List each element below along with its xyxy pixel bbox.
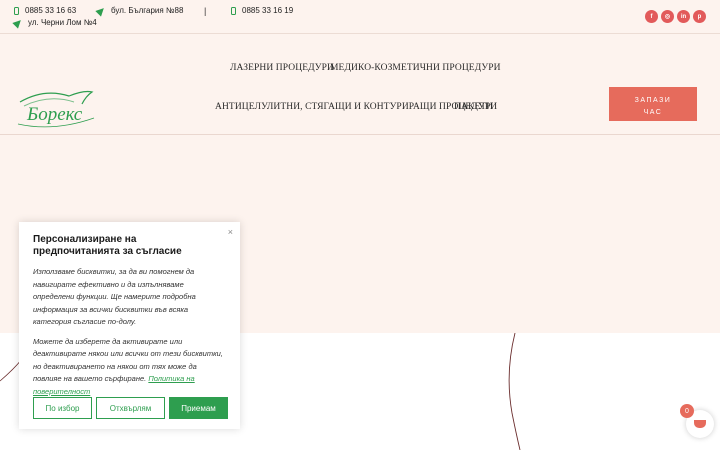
topbar-separator: | [204, 6, 207, 16]
phone-2-text: 0885 33 16 19 [242, 6, 294, 15]
address-2[interactable]: ул. Черни Лом №4 [12, 16, 97, 29]
nav-medico-cosmetic-procedures[interactable]: МЕДИКО-КОЗМЕТИЧНИ ПРОЦЕДУРИ [330, 63, 501, 73]
facebook-icon[interactable]: f [645, 10, 658, 23]
accept-button[interactable]: Приемам [169, 397, 228, 419]
reject-button[interactable]: Отхвърлям [96, 397, 165, 419]
cart-count-badge: 0 [680, 404, 694, 418]
site-logo[interactable]: Борекс [14, 84, 104, 134]
phone-1[interactable]: 0885 33 16 63 [14, 6, 76, 15]
nav-packages[interactable]: ПАКЕТИ [454, 102, 493, 112]
cookie-description-2: Можете да изберете да активирате или деа… [33, 336, 226, 399]
phone-1-text: 0885 33 16 63 [25, 6, 77, 15]
phone-icon [14, 6, 19, 15]
location-arrow-icon [12, 16, 24, 29]
phone-icon [231, 6, 236, 15]
cookie-consent-dialog: × Персонализиране на предпочитанията за … [19, 222, 240, 429]
book-button-line1: ЗАПАЗИ [634, 96, 672, 104]
book-appointment-button[interactable]: ЗАПАЗИ ЧАС [609, 87, 697, 121]
top-bar: 0885 33 16 63 бул. България №88 | 0885 3… [0, 0, 720, 34]
nav-laser-procedures[interactable]: ЛАЗЕРНИ ПРОЦЕДУРИ [230, 63, 334, 73]
instagram-icon[interactable]: ◎ [661, 10, 674, 23]
social-links: f ◎ in p [645, 10, 706, 23]
address-2-text: ул. Черни Лом №4 [28, 18, 97, 27]
basket-icon [694, 420, 706, 428]
close-icon[interactable]: × [228, 227, 233, 237]
site-header: Борекс ЛАЗЕРНИ ПРОЦЕДУРИ МЕДИКО-КОЗМЕТИЧ… [0, 34, 720, 135]
pinterest-icon[interactable]: p [693, 10, 706, 23]
book-button-line2: ЧАС [643, 108, 663, 116]
customize-button[interactable]: По избор [33, 397, 92, 419]
logo-text: Борекс [27, 104, 83, 125]
cookie-description: Използваме бисквитки, за да ви помогнем … [33, 267, 196, 326]
address-1-text: бул. България №88 [111, 6, 184, 15]
address-1[interactable]: бул. България №88 [95, 4, 184, 17]
phone-2[interactable]: 0885 33 16 19 [231, 6, 293, 15]
location-arrow-icon [95, 4, 107, 17]
cookie-title: Персонализиране на предпочитанията за съ… [33, 234, 182, 257]
cookie-buttons: По избор Отхвърлям Приемам [33, 397, 228, 419]
linkedin-icon[interactable]: in [677, 10, 690, 23]
